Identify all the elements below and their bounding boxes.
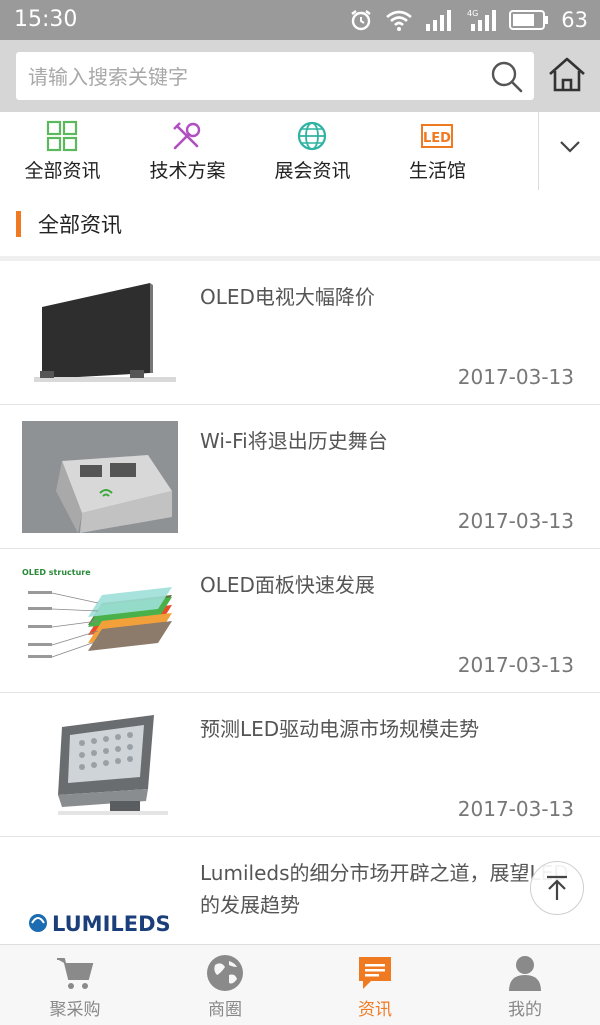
- socket-image: [22, 421, 178, 533]
- category-bar: 全部资讯 技术方案 展会资讯 LED 生活馆 专: [0, 112, 600, 191]
- lumileds-logo-text: LUMILEDS: [52, 912, 171, 936]
- back-to-top-button[interactable]: [530, 861, 584, 915]
- svg-text:LED: LED: [423, 131, 451, 146]
- section-accent-bar: [16, 211, 21, 237]
- battery-icon: [509, 10, 549, 30]
- category-label: 技术方案: [149, 160, 226, 182]
- news-title: 预测LED驱动电源市场规模走势: [200, 717, 480, 741]
- tab-news[interactable]: 资讯: [300, 945, 450, 1025]
- category-label: 全部资讯: [24, 160, 101, 182]
- tab-label: 我的: [508, 1000, 542, 1020]
- chevron-down-icon: [560, 141, 580, 153]
- tab-business[interactable]: 商圈: [150, 945, 300, 1025]
- tab-label: 聚采购: [49, 1000, 101, 1020]
- oled-structure-caption: OLED structure: [22, 568, 91, 577]
- user-icon: [509, 956, 541, 991]
- category-life[interactable]: LED 生活馆: [375, 112, 500, 190]
- news-title: OLED电视大幅降价: [200, 285, 375, 309]
- search-icon[interactable]: [490, 60, 524, 94]
- news-title: Lumileds的细分市场开辟之道，展望LED的发展趋势: [200, 861, 569, 917]
- news-item[interactable]: OLED structure OLED面板快速发展 2017-03-13: [0, 549, 600, 693]
- tab-profile[interactable]: 我的: [450, 945, 600, 1025]
- news-date: 2017-03-13: [457, 653, 574, 677]
- bottom-tab-bar: 聚采购 商圈 资讯 我的: [0, 944, 600, 1025]
- battery-level: 63: [561, 8, 588, 32]
- svg-text:4G: 4G: [467, 9, 478, 18]
- oled-structure-image: OLED structure: [22, 565, 178, 677]
- news-date: 2017-03-13: [457, 365, 574, 389]
- section-header: 全部资讯: [0, 190, 600, 256]
- status-time: 15:30: [14, 7, 78, 32]
- tools-icon: [173, 122, 201, 150]
- status-icons: 4G 63: [349, 6, 588, 34]
- category-all[interactable]: 全部资讯: [0, 112, 125, 190]
- news-item[interactable]: Wi-Fi将退出历史舞台 2017-03-13: [0, 405, 600, 549]
- category-expand-button[interactable]: [538, 112, 600, 190]
- signal-4g-icon: 4G: [467, 9, 497, 31]
- floodlight-image: [22, 709, 178, 821]
- alarm-icon: [351, 10, 371, 31]
- tab-label: 资讯: [358, 1000, 392, 1020]
- news-item[interactable]: OLED电视大幅降价 2017-03-13: [0, 261, 600, 405]
- globe-icon: [207, 955, 243, 991]
- search-header: [0, 40, 600, 112]
- news-item[interactable]: 预测LED驱动电源市场规模走势 2017-03-13: [0, 693, 600, 837]
- cart-icon: [57, 958, 94, 989]
- globe-icon: [297, 121, 327, 151]
- signal-icon: [426, 10, 452, 31]
- category-expo[interactable]: 展会资讯: [250, 112, 375, 190]
- arrow-up-icon: [547, 875, 567, 900]
- search-input[interactable]: [26, 52, 490, 102]
- news-date: 2017-03-13: [457, 797, 574, 821]
- news-title: OLED面板快速发展: [200, 573, 375, 597]
- home-icon[interactable]: [544, 52, 590, 98]
- status-bar: 15:30 4G 63: [0, 0, 600, 40]
- category-label: 生活馆: [408, 160, 466, 182]
- tv-image: [22, 277, 178, 389]
- grid-icon: [46, 120, 78, 152]
- news-title: Wi-Fi将退出历史舞台: [200, 429, 388, 453]
- news-date: 2017-03-13: [457, 509, 574, 533]
- chat-icon: [359, 957, 391, 989]
- tab-label: 商圈: [208, 1000, 242, 1020]
- category-label: 展会资讯: [274, 160, 351, 182]
- tab-purchase[interactable]: 聚采购: [0, 945, 150, 1025]
- search-box: [16, 52, 534, 102]
- category-tech[interactable]: 技术方案: [125, 112, 250, 190]
- section-title: 全部资讯: [38, 213, 122, 237]
- led-icon: LED: [421, 124, 453, 148]
- wifi-icon: [386, 10, 413, 31]
